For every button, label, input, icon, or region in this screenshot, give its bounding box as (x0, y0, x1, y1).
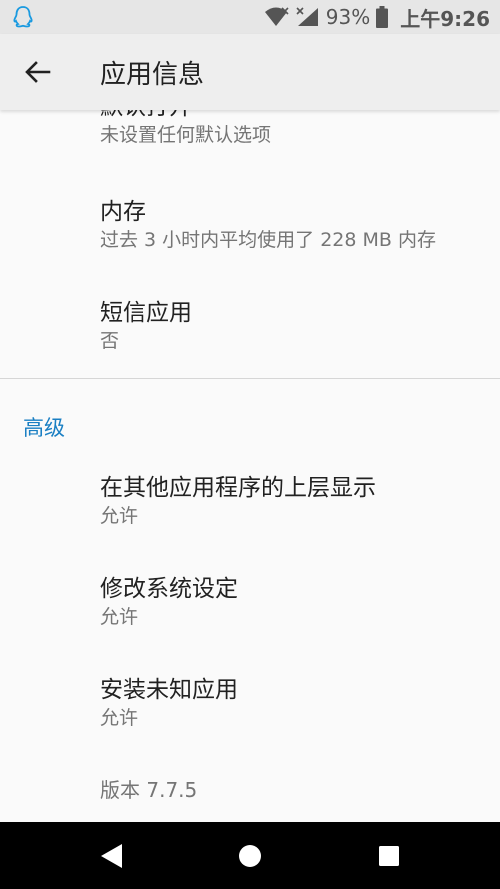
item-title: 短信应用 (100, 300, 192, 326)
back-button[interactable] (20, 54, 56, 90)
item-subtitle: 过去 3 小时内平均使用了 228 MB 内存 (100, 229, 436, 251)
item-subtitle: 未设置任何默认选项 (100, 124, 272, 146)
list-item-memory[interactable]: 内存 过去 3 小时内平均使用了 228 MB 内存 (100, 197, 436, 253)
list-item-sms-app[interactable]: 短信应用 否 (100, 298, 192, 354)
list-item-install-unknown-apps[interactable]: 安装未知应用 允许 (100, 675, 238, 731)
section-header-advanced: 高级 (23, 416, 65, 440)
item-title: 修改系统设定 (100, 576, 238, 602)
version-label: 版本 7.7.5 (100, 778, 198, 802)
nav-home-icon (239, 844, 261, 867)
list-item-modify-system-settings[interactable]: 修改系统设定 允许 (100, 574, 238, 630)
nav-back-icon (101, 843, 122, 868)
list-item-open-by-default[interactable]: 默认打开 未设置任何默认选项 (100, 110, 271, 148)
navigation-bar (0, 822, 500, 889)
nav-recents-button[interactable] (364, 822, 414, 889)
item-subtitle: 允许 (100, 505, 139, 527)
status-bar: 93% 上午9:26 (0, 0, 500, 34)
arrow-back-icon (25, 61, 51, 83)
item-title: 在其他应用程序的上层显示 (100, 475, 376, 501)
nav-recents-icon (379, 845, 399, 866)
item-subtitle: 允许 (100, 707, 139, 729)
page-title: 应用信息 (100, 60, 205, 90)
app-bar: 应用信息 (0, 34, 500, 110)
qq-icon (13, 6, 33, 28)
battery-percent: 93% (325, 5, 371, 29)
nav-back-button[interactable] (86, 822, 136, 889)
item-title: 默认打开 (100, 110, 271, 122)
item-title: 内存 (100, 199, 146, 225)
settings-list[interactable]: 默认打开 未设置任何默认选项 内存 过去 3 小时内平均使用了 228 MB 内… (0, 110, 500, 822)
clock: 上午9:26 (400, 6, 490, 31)
item-subtitle: 允许 (100, 606, 139, 628)
divider (0, 378, 500, 379)
signal-icon (296, 7, 318, 26)
battery-icon (376, 6, 389, 28)
wifi-icon (264, 7, 289, 26)
item-title: 安装未知应用 (100, 677, 238, 703)
item-subtitle: 否 (100, 330, 120, 352)
nav-home-button[interactable] (225, 822, 275, 889)
list-item-draw-over-apps[interactable]: 在其他应用程序的上层显示 允许 (100, 473, 376, 529)
